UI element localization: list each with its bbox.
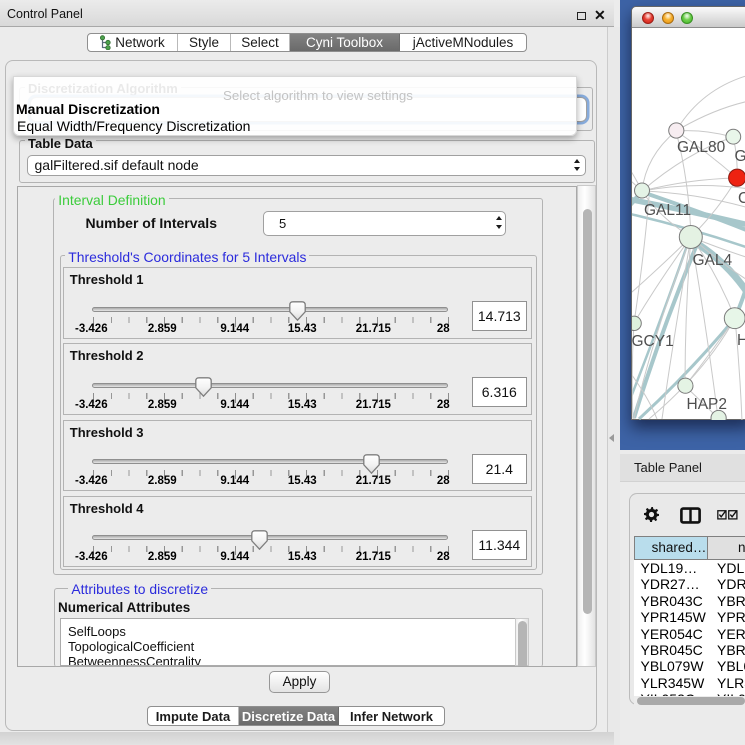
- svg-text:GAL80: GAL80: [677, 139, 726, 156]
- svg-text:GCY1: GCY1: [632, 333, 674, 350]
- svg-text:GAL4: GAL4: [693, 252, 733, 269]
- svg-text:GAL11: GAL11: [644, 202, 691, 219]
- svg-text:C: C: [738, 190, 745, 207]
- svg-text:H: H: [737, 332, 745, 349]
- svg-text:HAP2: HAP2: [687, 396, 728, 413]
- svg-text:GA: GA: [735, 148, 745, 165]
